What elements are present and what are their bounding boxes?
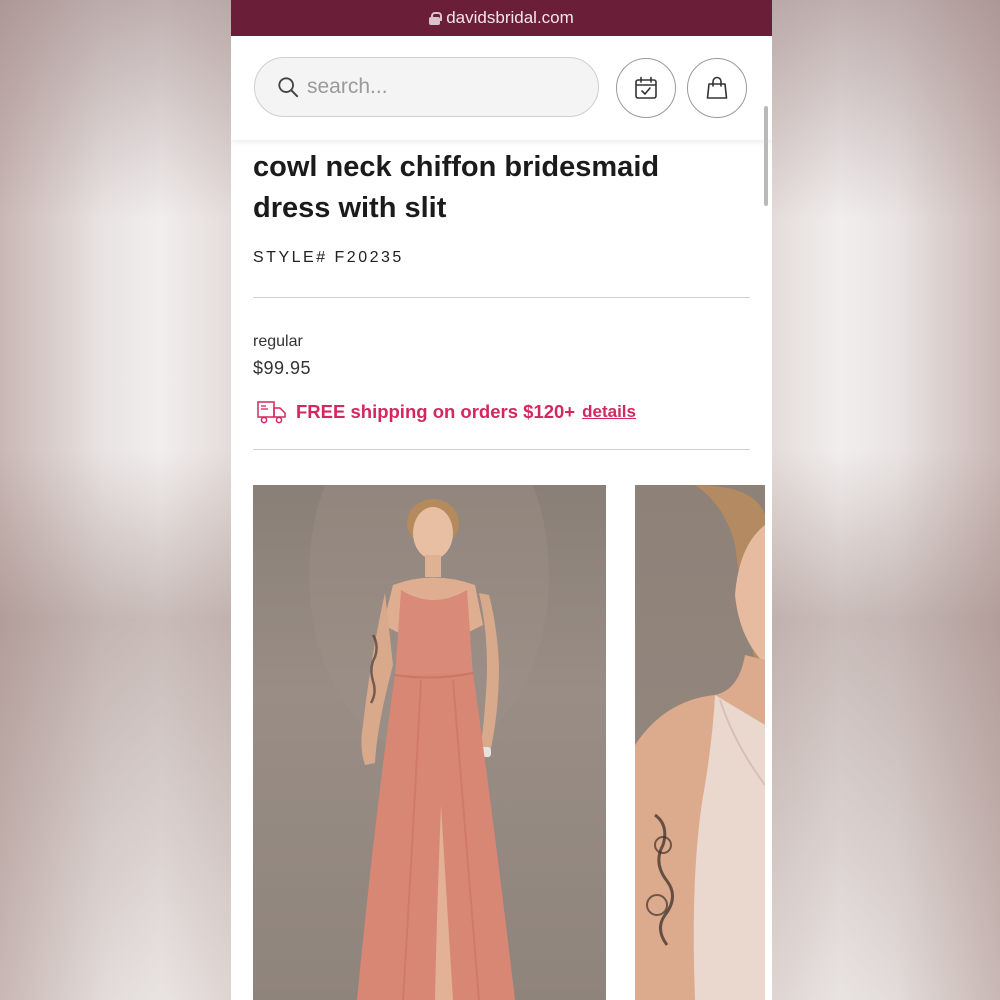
model-full-length-photo[interactable] [253, 485, 606, 1000]
site-header [231, 36, 772, 206]
url-text: davidsbridal.com [446, 8, 574, 27]
page-scrollbar[interactable] [764, 106, 768, 206]
blurred-background-right [772, 0, 1000, 1000]
search-bar[interactable] [254, 57, 599, 117]
phone-screen: davidsbridal.com search... cowl neck chi… [231, 0, 772, 1000]
shipping-details-link[interactable]: details [582, 402, 636, 422]
product-image-gallery[interactable] [253, 485, 772, 1000]
divider [253, 449, 750, 450]
appointment-button[interactable] [616, 58, 676, 118]
dress-model-illustration [309, 485, 549, 1000]
lock-icon [429, 11, 443, 25]
shopping-bag-button[interactable] [687, 58, 747, 118]
product-title: cowl neck chiffon bridesmaid dress with … [253, 151, 660, 224]
product-price: $99.95 [253, 358, 312, 378]
search-input[interactable] [307, 75, 567, 99]
search-icon [278, 77, 299, 98]
shipping-promo: FREE shipping on orders $120+ details [253, 399, 750, 425]
shipping-text: FREE shipping on orders $120+ [296, 401, 576, 422]
shopping-bag-icon [706, 76, 728, 99]
product-info: cowl neck chiffon bridesmaid dress with … [231, 147, 772, 450]
calendar-check-icon [635, 76, 657, 99]
divider [253, 297, 750, 298]
blurred-background-left [0, 0, 231, 1000]
model-closeup-photo[interactable] [635, 485, 765, 1000]
price-label: regular [253, 333, 303, 350]
browser-url-bar[interactable]: davidsbridal.com [231, 0, 772, 36]
closeup-model-illustration [635, 485, 765, 1000]
style-number: STYLE# F20235 [253, 249, 404, 266]
delivery-truck-icon [257, 401, 286, 424]
